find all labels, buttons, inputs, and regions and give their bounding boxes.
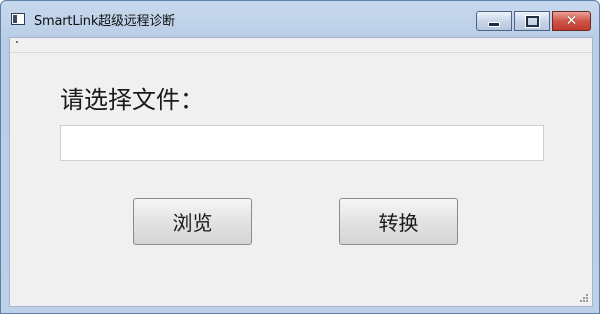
client-area: 请选择文件： 浏览 转换	[9, 37, 593, 307]
browse-button[interactable]: 浏览	[133, 198, 252, 245]
file-path-input[interactable]	[60, 125, 544, 161]
menu-grip-icon	[16, 41, 18, 43]
close-icon: ✕	[565, 13, 578, 29]
app-icon[interactable]	[11, 13, 25, 25]
minimize-button[interactable]	[476, 11, 512, 31]
close-button[interactable]: ✕	[552, 11, 591, 31]
menu-bar[interactable]	[10, 38, 592, 53]
maximize-button[interactable]	[514, 11, 550, 31]
window-title: SmartLink超级远程诊断	[34, 14, 175, 29]
resize-grip-icon[interactable]	[578, 292, 588, 302]
maximize-icon	[525, 15, 539, 27]
app-window: SmartLink超级远程诊断 ✕ 请选择文件： 浏览 转换	[0, 0, 600, 314]
convert-button[interactable]: 转换	[339, 198, 458, 245]
window-controls: ✕	[474, 11, 591, 33]
minimize-icon	[488, 21, 500, 27]
file-prompt-label: 请选择文件：	[60, 86, 204, 114]
title-bar[interactable]: SmartLink超级远程诊断 ✕	[1, 1, 599, 37]
